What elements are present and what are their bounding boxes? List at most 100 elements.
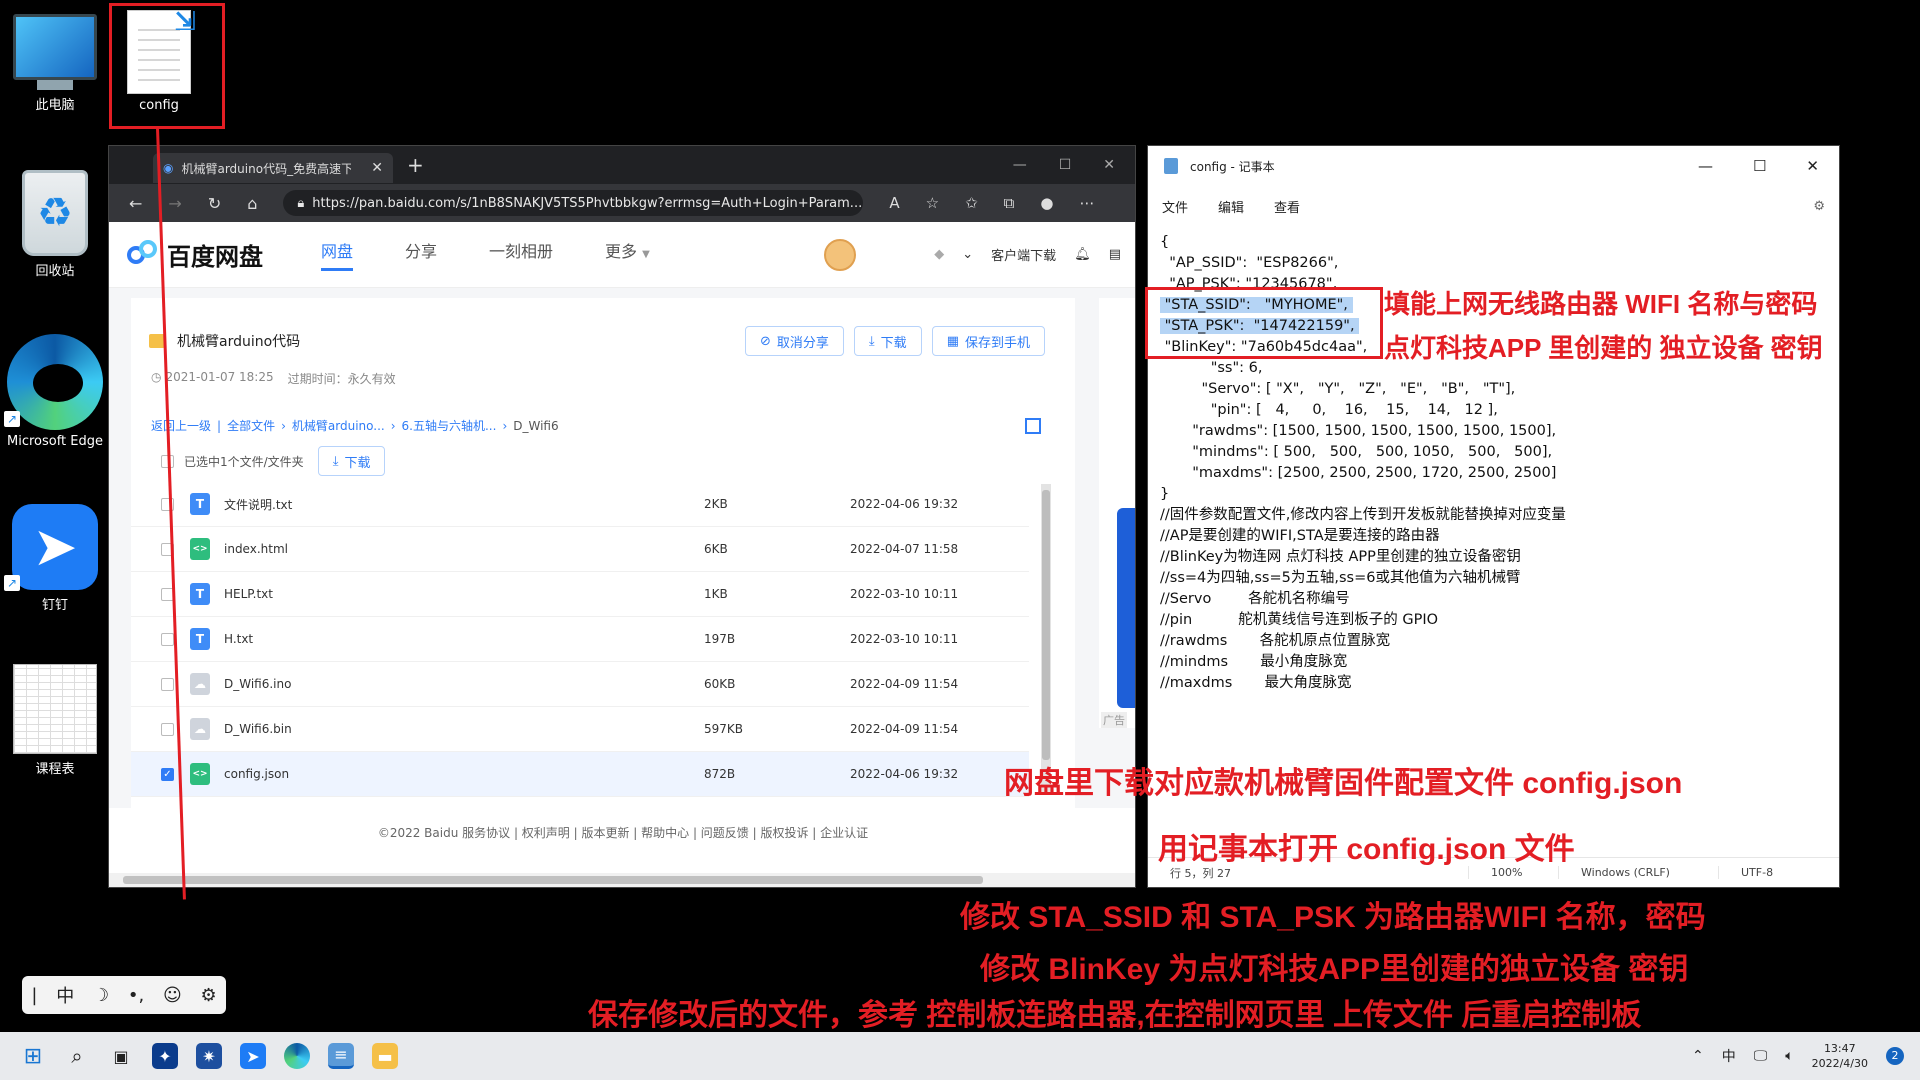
- notification-badge[interactable]: 2: [1886, 1047, 1904, 1065]
- file-size: 1KB: [704, 587, 728, 601]
- ime-punctuation-icon[interactable]: •,: [128, 985, 144, 1006]
- forward-icon[interactable]: →: [168, 194, 181, 213]
- settings-gear-icon[interactable]: ⚙: [1813, 199, 1825, 214]
- app-icon[interactable]: ✷: [196, 1043, 222, 1069]
- maximize-icon[interactable]: ☐: [1059, 157, 1072, 173]
- desktop-icon-schedule[interactable]: 课程表: [0, 664, 110, 777]
- desktop-icon-dingtalk[interactable]: ➤ ↗ 钉钉: [0, 504, 110, 613]
- home-icon[interactable]: ⌂: [247, 194, 257, 213]
- menu-file[interactable]: 文件: [1162, 197, 1188, 216]
- file-row[interactable]: T 文件说明.txt 2KB 2022-04-06 19:32: [131, 482, 1029, 527]
- file-name[interactable]: H.txt: [224, 632, 704, 646]
- task-view-icon[interactable]: ▣: [108, 1043, 134, 1069]
- ime-moon-icon[interactable]: ☽: [93, 985, 109, 1006]
- search-icon[interactable]: ⌕: [64, 1043, 90, 1069]
- cancel-share-button[interactable]: ⊘ 取消分享: [745, 326, 844, 356]
- file-row[interactable]: ☁ D_Wifi6.ino 60KB 2022-04-09 11:54: [131, 662, 1029, 707]
- input-language[interactable]: 中: [1722, 1046, 1736, 1066]
- row-checkbox[interactable]: ✓: [161, 767, 174, 781]
- file-row[interactable]: T H.txt 197B 2022-03-10 10:11: [131, 617, 1029, 662]
- row-checkbox[interactable]: [161, 677, 174, 691]
- file-name[interactable]: D_Wifi6.ino: [224, 677, 704, 691]
- ime-settings-icon[interactable]: ⚙: [200, 985, 216, 1006]
- recycle-bin-icon: ♻: [22, 170, 88, 256]
- more-icon[interactable]: ⋯: [1079, 194, 1094, 212]
- system-clock[interactable]: 13:47 2022/4/30: [1812, 1041, 1868, 1071]
- desktop-icon-recycle-bin[interactable]: ♻ 回收站: [0, 170, 110, 279]
- browser-tab[interactable]: ◉ 机械臂arduino代码_免费高速下载 ✕: [153, 153, 393, 183]
- folder-title: 机械臂arduino代码: [177, 334, 301, 350]
- file-name[interactable]: config.json: [224, 767, 704, 781]
- grid-view-icon[interactable]: [1025, 417, 1041, 434]
- favorite-star-icon[interactable]: ☆: [926, 194, 939, 212]
- file-name[interactable]: index.html: [224, 542, 704, 556]
- maximize-icon[interactable]: ☐: [1753, 157, 1766, 175]
- ime-handle-icon[interactable]: |: [31, 985, 37, 1006]
- new-tab-icon[interactable]: +: [407, 153, 424, 177]
- close-icon[interactable]: ✕: [1103, 157, 1115, 173]
- app-icon[interactable]: ✦: [152, 1043, 178, 1069]
- desktop-icon-this-pc[interactable]: 此电脑: [0, 14, 110, 113]
- network-icon[interactable]: 🖵︎: [1754, 1048, 1768, 1064]
- minimize-icon[interactable]: —: [1698, 157, 1713, 175]
- favorites-icon[interactable]: ✩: [965, 194, 978, 212]
- row-checkbox[interactable]: [161, 722, 174, 736]
- file-name[interactable]: 文件说明.txt: [224, 496, 704, 513]
- breadcrumb-item[interactable]: 6.五轴与六轴机...: [402, 417, 497, 434]
- nav-item-more[interactable]: 更多 ▼: [605, 238, 650, 271]
- bell-icon[interactable]: 🔔︎: [1074, 247, 1091, 262]
- url-field[interactable]: 🔒︎ https://pan.baidu.com/s/1nB8SNAKJV5TS…: [283, 190, 864, 216]
- spreadsheet-icon: [13, 664, 97, 754]
- file-row[interactable]: T HELP.txt 1KB 2022-03-10 10:11: [131, 572, 1029, 617]
- refresh-icon[interactable]: ↻: [208, 194, 221, 213]
- clock-date: 2022/4/30: [1811, 1057, 1868, 1070]
- desktop-icon-edge[interactable]: ↗ Microsoft Edge: [0, 334, 110, 449]
- clipboard-icon[interactable]: ▤: [1109, 247, 1121, 262]
- baidu-logo[interactable]: 百度网盘: [127, 237, 263, 272]
- edge-icon[interactable]: [284, 1043, 310, 1069]
- file-row[interactable]: <> index.html 6KB 2022-04-07 11:58: [131, 527, 1029, 572]
- notepad-icon[interactable]: ≡: [328, 1043, 354, 1069]
- read-aloud-icon[interactable]: A: [889, 194, 899, 212]
- download-button[interactable]: ⤓ 下载: [853, 326, 922, 356]
- credentials-highlight-box: [1145, 287, 1383, 359]
- horizontal-scrollbar[interactable]: [109, 873, 1135, 887]
- collections-icon[interactable]: ⧉: [1004, 194, 1015, 212]
- file-type-icon: <>: [190, 763, 210, 785]
- menu-edit[interactable]: 编辑: [1218, 197, 1244, 216]
- profile-icon[interactable]: ●: [1040, 194, 1053, 212]
- minimize-icon[interactable]: —: [1013, 157, 1027, 173]
- file-name[interactable]: HELP.txt: [224, 587, 704, 601]
- breadcrumb-item[interactable]: 全部文件: [227, 417, 275, 434]
- breadcrumb-item[interactable]: 返回上一级: [151, 417, 211, 434]
- selected-download-button[interactable]: ⤓ 下载: [317, 446, 386, 476]
- volume-icon[interactable]: 🔈︎: [1785, 1048, 1793, 1064]
- breadcrumb-item[interactable]: 机械臂arduino...: [292, 417, 385, 434]
- chevron-up-icon[interactable]: ⌃: [1692, 1048, 1704, 1064]
- file-row[interactable]: ☁ D_Wifi6.bin 597KB 2022-04-09 11:54: [131, 707, 1029, 752]
- vertical-scrollbar[interactable]: [1041, 484, 1051, 794]
- file-type-icon: T: [190, 583, 210, 605]
- file-explorer-icon[interactable]: ▬: [372, 1043, 398, 1069]
- save-to-phone-button[interactable]: ▦ 保存到手机: [931, 326, 1045, 356]
- close-icon[interactable]: ✕: [1806, 157, 1819, 175]
- back-icon[interactable]: ←: [129, 194, 142, 213]
- file-row[interactable]: ✓ <> config.json 872B 2022-04-06 19:32: [131, 752, 1029, 797]
- nav-item[interactable]: 网盘: [321, 238, 354, 271]
- file-date: 2022-03-10 10:11: [850, 632, 959, 646]
- row-checkbox[interactable]: [161, 632, 174, 646]
- dingtalk-icon[interactable]: ➤: [240, 1043, 266, 1069]
- nav-item[interactable]: 一刻相册: [489, 238, 553, 271]
- close-tab-icon[interactable]: ✕: [371, 160, 383, 176]
- nav-item[interactable]: 分享: [405, 238, 437, 271]
- annotation-step1: 修改 STA_SSID 和 STA_PSK 为路由器WIFI 名称，密码: [960, 901, 1706, 934]
- client-download-link[interactable]: 客户端下载: [991, 245, 1056, 264]
- vip-diamond-icon[interactable]: ◆: [934, 247, 944, 262]
- avatar[interactable]: [824, 238, 857, 271]
- menu-view[interactable]: 查看: [1274, 197, 1300, 216]
- chevron-down-icon[interactable]: ⌄: [962, 247, 973, 262]
- ime-language-button[interactable]: 中: [56, 982, 74, 1008]
- file-name[interactable]: D_Wifi6.bin: [224, 722, 704, 736]
- start-windows-icon[interactable]: ⊞: [20, 1043, 46, 1069]
- ime-emoji-icon[interactable]: ☺: [163, 985, 182, 1006]
